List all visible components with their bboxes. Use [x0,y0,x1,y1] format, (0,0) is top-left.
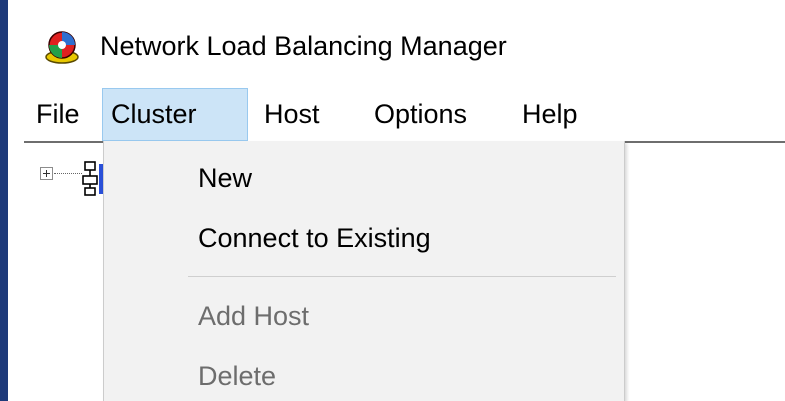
menu-item-add-host: Add Host [198,301,310,331]
menu-cluster[interactable]: Cluster [102,88,248,141]
window-left-border [0,0,8,401]
menu-separator [188,276,616,277]
tree-expand-plus-icon[interactable] [40,167,53,180]
menu-options[interactable]: Options [366,88,475,141]
menu-host[interactable]: Host [256,88,328,141]
window-title: Network Load Balancing Manager [100,31,507,61]
menu-item-delete: Delete [198,361,277,391]
cluster-dropdown-menu: New Connect to Existing Add Host Delete [103,141,625,401]
menu-bar: File Cluster Host Options Help [8,88,785,141]
tree-connector-line [54,173,82,174]
menu-help[interactable]: Help [514,88,586,141]
network-load-balancing-icon [45,31,79,64]
menu-item-connect-to-existing[interactable]: Connect to Existing [198,223,431,254]
menu-file[interactable]: File [28,88,88,141]
title-bar[interactable]: Network Load Balancing Manager [8,0,785,88]
menu-item-new[interactable]: New [198,163,252,194]
cluster-tree-icon[interactable] [80,158,104,198]
